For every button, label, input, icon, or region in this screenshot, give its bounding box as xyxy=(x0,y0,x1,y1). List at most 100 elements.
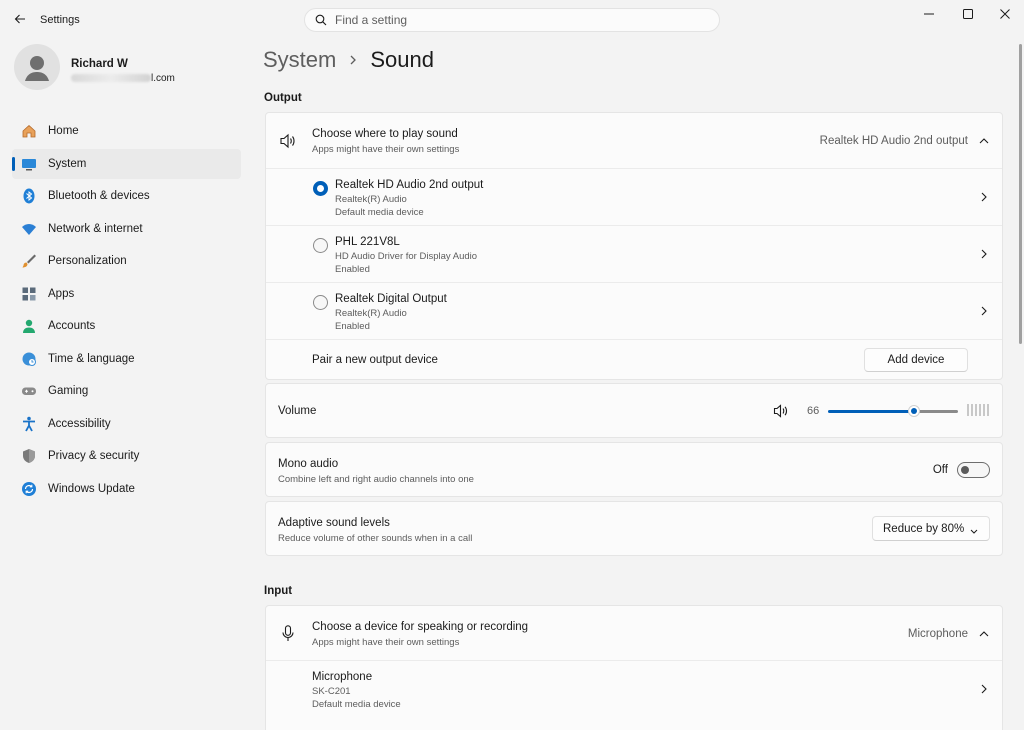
user-name: Richard W xyxy=(71,58,128,70)
chevron-right-icon[interactable] xyxy=(978,191,990,203)
chevron-up-icon[interactable] xyxy=(978,628,990,640)
adaptive-sound-value: Reduce by 80% xyxy=(883,522,965,535)
sidebar-item-network[interactable]: Network & internet xyxy=(12,214,241,244)
sidebar-item-gaming[interactable]: Gaming xyxy=(12,376,241,406)
network-icon xyxy=(20,220,38,238)
choose-input-row[interactable]: Choose a device for speaking or recordin… xyxy=(266,606,1002,661)
sidebar-item-system[interactable]: System xyxy=(12,148,241,179)
title-bar: Settings xyxy=(0,0,1024,40)
device-status: Default media device xyxy=(312,699,401,710)
choose-input-subtitle: Apps might have their own settings xyxy=(312,637,460,648)
brush-icon xyxy=(20,252,38,270)
adaptive-sound-dropdown[interactable]: Reduce by 80% xyxy=(872,516,990,541)
sidebar-item-personalization[interactable]: Personalization xyxy=(12,246,241,276)
search-box[interactable] xyxy=(304,8,720,32)
radio-selected[interactable] xyxy=(313,181,328,196)
radio-unselected[interactable] xyxy=(313,238,328,253)
device-name: Realtek HD Audio 2nd output xyxy=(335,179,484,191)
choose-output-title: Choose where to play sound xyxy=(312,128,458,140)
add-device-button[interactable]: Add device xyxy=(864,348,968,372)
volume-label: Volume xyxy=(278,405,317,417)
chevron-right-icon[interactable] xyxy=(978,683,990,695)
sidebar-item-accounts[interactable]: Accounts xyxy=(12,311,241,341)
device-driver: Realtek(R) Audio xyxy=(335,308,407,319)
device-driver: HD Audio Driver for Display Audio xyxy=(335,251,478,262)
sidebar-item-label: Accessibility xyxy=(48,417,111,430)
chevron-right-icon xyxy=(349,54,357,66)
sidebar-nav: Home System Bluetooth & devices Network … xyxy=(12,116,241,506)
adaptive-sound-card: Adaptive sound levels Reduce volume of o… xyxy=(265,501,1003,556)
device-status: Enabled xyxy=(335,321,370,332)
gamepad-icon xyxy=(20,382,38,400)
breadcrumb-parent[interactable]: System xyxy=(263,47,336,73)
speaker-icon xyxy=(279,133,297,152)
sidebar-item-home[interactable]: Home xyxy=(12,116,241,146)
maximize-icon xyxy=(963,9,973,19)
device-name: PHL 221V8L xyxy=(335,236,400,248)
sidebar-item-privacy-security[interactable]: Privacy & security xyxy=(12,441,241,471)
volume-slider-thumb[interactable] xyxy=(908,405,920,417)
microphone-icon xyxy=(282,625,294,645)
sidebar-item-accessibility[interactable]: Accessibility xyxy=(12,409,241,439)
sidebar-item-label: Apps xyxy=(48,287,75,300)
volume-card: Volume 66 xyxy=(265,383,1003,438)
device-name: Realtek Digital Output xyxy=(335,293,447,305)
sidebar-item-label: Personalization xyxy=(48,255,127,267)
radio-unselected[interactable] xyxy=(313,295,328,310)
back-arrow-icon xyxy=(14,14,25,24)
choose-output-row[interactable]: Choose where to play sound Apps might ha… xyxy=(266,113,1002,169)
device-name: Microphone xyxy=(312,671,373,683)
home-icon xyxy=(20,122,38,140)
update-icon xyxy=(20,480,38,498)
chevron-right-icon[interactable] xyxy=(978,248,990,260)
mono-audio-state: Off xyxy=(932,464,948,476)
system-icon xyxy=(20,155,38,173)
choose-output-subtitle: Apps might have their own settings xyxy=(312,144,460,155)
mono-audio-title: Mono audio xyxy=(278,458,339,470)
sidebar-item-label: Home xyxy=(48,125,79,137)
sidebar-item-label: Time & language xyxy=(48,352,135,365)
sidebar-item-label: System xyxy=(48,157,87,170)
accounts-icon xyxy=(20,317,38,335)
mono-audio-subtitle: Combine left and right audio channels in… xyxy=(278,474,474,485)
back-button[interactable] xyxy=(10,9,30,29)
sidebar-item-label: Gaming xyxy=(48,385,89,397)
device-status: Default media device xyxy=(335,207,424,218)
sidebar-item-windows-update[interactable]: Windows Update xyxy=(12,474,241,504)
close-button[interactable] xyxy=(982,0,1024,28)
pair-output-label: Pair a new output device xyxy=(312,354,438,366)
scrollbar[interactable] xyxy=(1019,44,1022,344)
speaker-volume-icon[interactable] xyxy=(773,404,789,421)
volume-meter xyxy=(967,404,989,416)
input-device-row[interactable]: Microphone SK-C201 Default media device xyxy=(266,661,1002,718)
search-input[interactable] xyxy=(335,13,695,27)
selected-input-device: Microphone xyxy=(907,628,968,640)
chevron-down-icon xyxy=(970,525,978,537)
sidebar-item-bluetooth[interactable]: Bluetooth & devices xyxy=(12,181,241,211)
accessibility-icon xyxy=(20,415,38,433)
output-device-card: Choose where to play sound Apps might ha… xyxy=(265,112,1003,380)
chevron-up-icon[interactable] xyxy=(978,135,990,147)
sidebar-item-label: Windows Update xyxy=(48,482,135,495)
sidebar-item-apps[interactable]: Apps xyxy=(12,279,241,309)
mono-audio-card: Mono audio Combine left and right audio … xyxy=(265,442,1003,497)
sidebar-item-time-language[interactable]: Time & language xyxy=(12,344,241,374)
redacted-email xyxy=(71,74,151,83)
sidebar-item-label: Bluetooth & devices xyxy=(48,190,150,202)
section-title-input: Input xyxy=(264,585,293,597)
volume-slider-track xyxy=(914,410,958,413)
adaptive-sound-title: Adaptive sound levels xyxy=(278,517,390,529)
volume-value: 66 xyxy=(807,405,820,417)
section-title-output: Output xyxy=(264,92,302,104)
page-title: Sound xyxy=(370,47,434,72)
output-device-row[interactable]: Realtek HD Audio 2nd output Realtek(R) A… xyxy=(266,169,1002,226)
globe-icon xyxy=(20,350,38,368)
sidebar-item-label: Privacy & security xyxy=(48,450,140,462)
close-icon xyxy=(1000,9,1010,19)
user-email: l.com xyxy=(71,73,175,84)
volume-slider[interactable] xyxy=(828,405,958,417)
output-device-row[interactable]: PHL 221V8L HD Audio Driver for Display A… xyxy=(266,226,1002,283)
chevron-right-icon[interactable] xyxy=(978,305,990,317)
mono-audio-toggle[interactable] xyxy=(957,462,990,478)
output-device-row[interactable]: Realtek Digital Output Realtek(R) Audio … xyxy=(266,283,1002,340)
